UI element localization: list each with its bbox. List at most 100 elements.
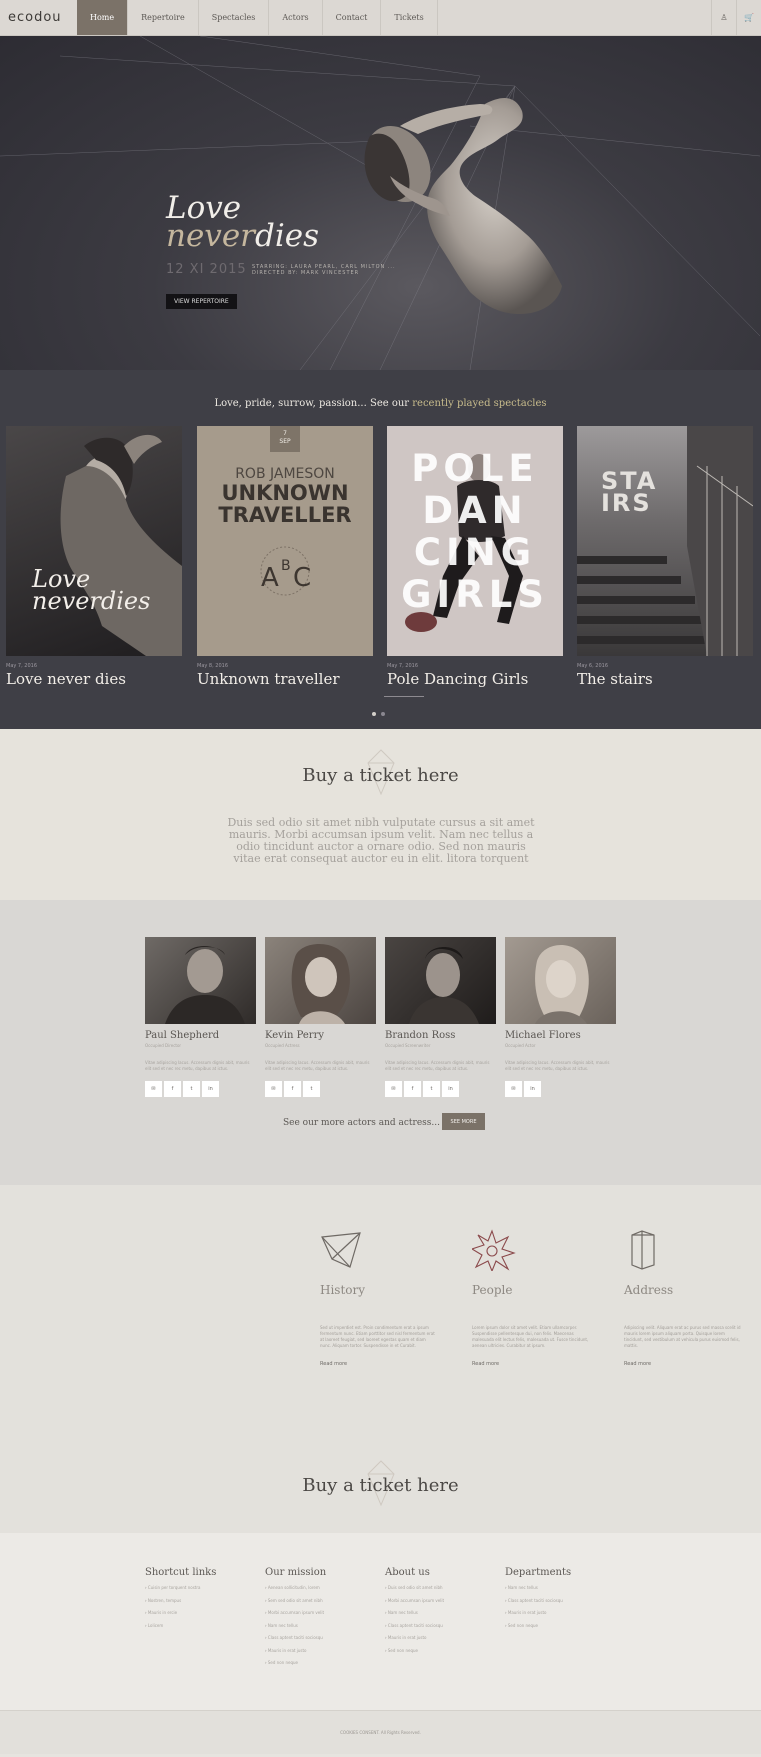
spectacle-card[interactable]: Love neverdies May 7, 2016 Love never di…	[6, 426, 182, 688]
footer-column-title: Departments	[505, 1567, 572, 1578]
footer-link[interactable]: Sed non neque	[505, 1623, 617, 1636]
footer-link[interactable]: Cuisin per torquent nostra	[145, 1585, 257, 1598]
actor-name[interactable]: Paul Shepherd	[145, 1030, 256, 1041]
footer-link[interactable]: Nostren, tempus	[145, 1598, 257, 1611]
footer-column-title: About us	[385, 1567, 430, 1578]
logo[interactable]: ecodou	[0, 0, 77, 35]
feature-title: Address	[624, 1283, 674, 1297]
nav-home[interactable]: Home	[77, 0, 129, 35]
actor-bio: Vitae adipiscing lacus. Accessum dignis …	[385, 1060, 490, 1071]
user-icon[interactable]: ♙	[711, 0, 736, 35]
feature-history: History Sed ut imperdiet est. Proin cond…	[320, 1229, 440, 1367]
poster-title-line3: CING	[413, 531, 537, 574]
linkedin-icon[interactable]: in	[442, 1081, 459, 1097]
spectacle-title[interactable]: Unknown traveller	[197, 670, 373, 688]
footer-link[interactable]: Class aptent taciti sociosqu	[505, 1598, 617, 1611]
actor-name[interactable]: Kevin Perry	[265, 1030, 376, 1041]
carousel-dot[interactable]	[372, 712, 376, 716]
footer-link[interactable]: Mauris in erat justo	[505, 1610, 617, 1623]
footer-link[interactable]: Sed non neque	[265, 1660, 377, 1673]
feature-title: History	[320, 1283, 366, 1297]
footer-link[interactable]: Morbi accumsan ipsum velit	[385, 1598, 497, 1611]
footer-column-shortcut-links: Shortcut links Cuisin per torquent nostr…	[145, 1567, 257, 1635]
spectacle-date: May 8, 2016	[197, 663, 229, 669]
email-icon[interactable]: ✉	[145, 1081, 162, 1097]
footer-link[interactable]: Nam nec tellus	[385, 1610, 497, 1623]
actor-photo[interactable]	[145, 937, 256, 1024]
star-burst-icon	[470, 1229, 592, 1273]
footer-link[interactable]: Class aptent taciti sociosqu	[385, 1623, 497, 1636]
spectacle-title[interactable]: Pole Dancing Girls	[387, 670, 563, 688]
twitter-icon[interactable]: t	[183, 1081, 200, 1097]
read-more-link[interactable]: Read more	[624, 1361, 744, 1367]
actor-photo[interactable]	[505, 937, 616, 1024]
spectacle-poster[interactable]: Love neverdies	[6, 426, 182, 656]
spectacle-poster[interactable]: POLE DAN CING GIRLS	[387, 426, 563, 656]
hero-date: 12 XI 2015	[166, 262, 247, 277]
footer-column-about-us: About us Duis sed odio sit amet nibh Mor…	[385, 1567, 497, 1660]
see-more-button[interactable]: SEE MORE	[442, 1113, 485, 1130]
facebook-icon[interactable]: f	[404, 1081, 421, 1097]
footer-link[interactable]: Mauris in erat justo	[265, 1648, 377, 1661]
twitter-icon[interactable]: t	[303, 1081, 320, 1097]
footer-link[interactable]: Duis sed odio sit amet nibh	[385, 1585, 497, 1598]
hero-slider: Love neverdies 12 XI 2015 STARRING: LAUR…	[0, 36, 761, 370]
email-icon[interactable]: ✉	[385, 1081, 402, 1097]
footer-link[interactable]: Sem sed odio sit amet nibh	[265, 1598, 377, 1611]
footer-link[interactable]: Mauris in ercie	[145, 1610, 257, 1623]
footer-link[interactable]: Aenean sollicitudin, lorem	[265, 1585, 377, 1598]
cart-icon[interactable]: 🛒	[736, 0, 761, 35]
nav-actors[interactable]: Actors	[269, 0, 323, 35]
nav-repertoire[interactable]: Repertoire	[128, 0, 199, 35]
footer-link[interactable]: Lolicem	[145, 1623, 257, 1636]
actors-section: Paul Shepherd Occupied Director Vitae ad…	[0, 900, 761, 1185]
actor-photo[interactable]	[385, 937, 496, 1024]
view-repertoire-button[interactable]: VIEW REPERTOIRE	[166, 294, 237, 309]
copyright: COOKIES CONSENT. All Rights Reserved.	[0, 1710, 761, 1754]
spectacle-title[interactable]: Love never dies	[6, 670, 182, 688]
top-nav: ecodou Home Repertoire Spectacles Actors…	[0, 0, 761, 36]
actor-name[interactable]: Michael Flores	[505, 1030, 616, 1041]
actor-name[interactable]: Brandon Ross	[385, 1030, 496, 1041]
spectacle-title[interactable]: The stairs	[577, 670, 753, 688]
footer-link[interactable]: Class aptent taciti sociosqu	[265, 1635, 377, 1648]
spectacle-card[interactable]: STA IRS May 6, 2016 The stairs	[577, 426, 753, 688]
read-more-link[interactable]: Read more	[320, 1361, 440, 1367]
actor-social-links: ✉ f t in	[385, 1081, 496, 1097]
spectacle-card[interactable]: 7 SEP ROB JAMESON UNKNOWN TRAVELLER A B …	[197, 426, 373, 688]
twitter-icon[interactable]: t	[423, 1081, 440, 1097]
actor-bio: Vitae adipiscing lacus. Accessum dignis …	[145, 1060, 250, 1071]
facebook-icon[interactable]: f	[164, 1081, 181, 1097]
footer-link[interactable]: Sed non neque	[385, 1648, 497, 1661]
buy-ticket-title[interactable]: Buy a ticket here	[0, 765, 761, 786]
email-icon[interactable]: ✉	[265, 1081, 282, 1097]
facebook-icon[interactable]: f	[284, 1081, 301, 1097]
spectacles-heading-link[interactable]: recently played spectacles	[412, 398, 546, 409]
actor-card: Brandon Ross Occupied Screenwriter Vitae…	[385, 937, 496, 1097]
feature-address: Address Adipiscing velit. Aliquam erat a…	[624, 1229, 744, 1367]
poster-title: STA IRS	[601, 469, 657, 515]
footer-link[interactable]: Mauris in erat justo	[385, 1635, 497, 1648]
email-icon[interactable]: ✉	[505, 1081, 522, 1097]
linkedin-icon[interactable]: in	[202, 1081, 219, 1097]
features-section: History Sed ut imperdiet est. Proin cond…	[0, 1185, 761, 1533]
carousel-dot[interactable]	[381, 712, 385, 716]
nav-tickets[interactable]: Tickets	[381, 0, 438, 35]
nav-contact[interactable]: Contact	[323, 0, 382, 35]
actor-photo[interactable]	[265, 937, 376, 1024]
spectacle-poster[interactable]: STA IRS	[577, 426, 753, 656]
nav-spectacles[interactable]: Spectacles	[199, 0, 270, 35]
footer-link[interactable]: Nam nec tellus	[265, 1623, 377, 1636]
spectacle-date: May 6, 2016	[577, 663, 609, 669]
feature-text: Lorem ipsum dolor sit amet velit. Etiam …	[472, 1325, 589, 1348]
spectacle-card[interactable]: POLE DAN CING GIRLS May 7, 2016 Pole Dan…	[387, 426, 563, 688]
read-more-link[interactable]: Read more	[472, 1361, 592, 1367]
footer-link[interactable]: Nam nec tellus	[505, 1585, 617, 1598]
linkedin-icon[interactable]: in	[524, 1081, 541, 1097]
spectacle-date: May 7, 2016	[6, 663, 38, 669]
footer-link[interactable]: Morbi accumsan ipsum velit	[265, 1610, 377, 1623]
buy-ticket-title-2[interactable]: Buy a ticket here	[0, 1475, 761, 1496]
spectacle-poster[interactable]: 7 SEP ROB JAMESON UNKNOWN TRAVELLER A B …	[197, 426, 373, 656]
feature-text: Sed ut imperdiet est. Proin condimentum …	[320, 1325, 435, 1348]
